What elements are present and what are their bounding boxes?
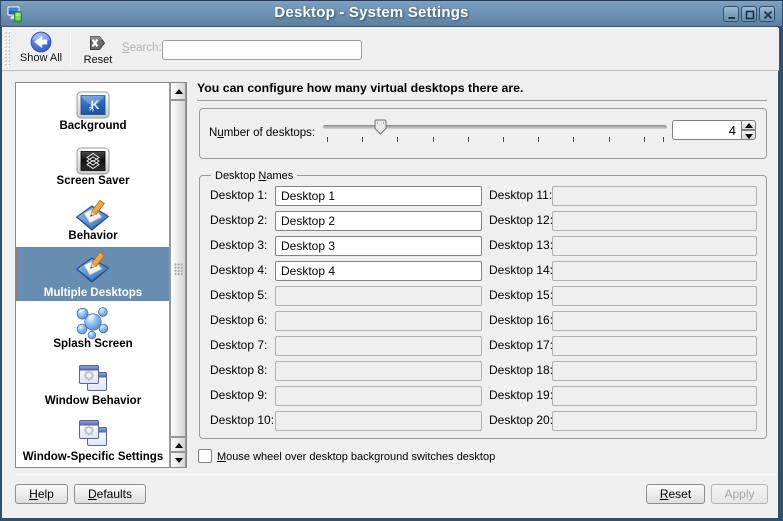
svg-text:K: K — [91, 98, 100, 112]
